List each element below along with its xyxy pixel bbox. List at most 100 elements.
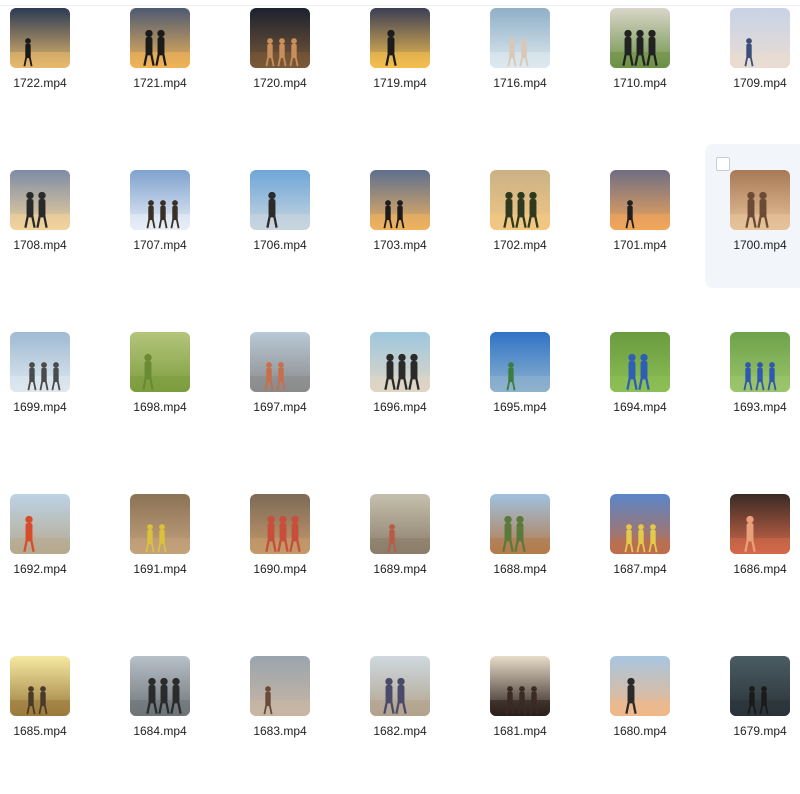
video-thumbnail[interactable] bbox=[610, 332, 670, 392]
video-thumbnail[interactable] bbox=[10, 8, 70, 68]
video-thumbnail[interactable] bbox=[610, 494, 670, 554]
video-thumbnail[interactable] bbox=[490, 170, 550, 230]
video-thumbnail[interactable] bbox=[730, 332, 790, 392]
file-item[interactable]: 1707.mp4 bbox=[125, 168, 235, 308]
file-name: 1683.mp4 bbox=[253, 724, 307, 738]
file-item[interactable]: 1720.mp4 bbox=[245, 6, 355, 146]
file-item[interactable]: 1698.mp4 bbox=[125, 330, 235, 470]
file-name: 1697.mp4 bbox=[253, 400, 307, 414]
thumbnail-ground bbox=[370, 52, 430, 68]
file-item[interactable]: 1721.mp4 bbox=[125, 6, 235, 146]
file-grid: 1722.mp4 1721.mp4 1720.mp4 1719.mp4 1716.mp4… bbox=[0, 0, 800, 750]
thumbnail-ground bbox=[730, 538, 790, 554]
video-thumbnail[interactable] bbox=[130, 332, 190, 392]
file-item[interactable]: 1693.mp4 bbox=[725, 330, 800, 470]
file-item[interactable]: 1697.mp4 bbox=[245, 330, 355, 470]
thumbnail-image bbox=[610, 656, 670, 716]
video-thumbnail[interactable] bbox=[10, 332, 70, 392]
file-item[interactable]: 1691.mp4 bbox=[125, 492, 235, 632]
thumbnail-ground bbox=[730, 52, 790, 68]
video-thumbnail[interactable] bbox=[250, 170, 310, 230]
video-thumbnail[interactable] bbox=[10, 656, 70, 716]
file-item[interactable]: 1679.mp4 bbox=[725, 654, 800, 794]
thumbnail-image bbox=[490, 656, 550, 716]
file-item[interactable]: 1692.mp4 bbox=[5, 492, 115, 632]
video-thumbnail[interactable] bbox=[370, 8, 430, 68]
thumbnail-image bbox=[610, 332, 670, 392]
video-thumbnail[interactable] bbox=[490, 8, 550, 68]
file-name: 1707.mp4 bbox=[133, 238, 187, 252]
video-thumbnail[interactable] bbox=[250, 8, 310, 68]
video-thumbnail[interactable] bbox=[250, 494, 310, 554]
thumbnail-image bbox=[10, 170, 70, 230]
thumbnail-image bbox=[130, 494, 190, 554]
video-thumbnail[interactable] bbox=[130, 656, 190, 716]
file-name: 1680.mp4 bbox=[613, 724, 667, 738]
select-checkbox[interactable] bbox=[716, 157, 730, 171]
file-item[interactable]: 1719.mp4 bbox=[365, 6, 475, 146]
video-thumbnail[interactable] bbox=[130, 494, 190, 554]
video-thumbnail[interactable] bbox=[130, 170, 190, 230]
file-item[interactable]: 1687.mp4 bbox=[605, 492, 715, 632]
file-item[interactable]: 1683.mp4 bbox=[245, 654, 355, 794]
video-thumbnail[interactable] bbox=[10, 494, 70, 554]
thumbnail-image bbox=[610, 170, 670, 230]
thumbnail-image bbox=[250, 332, 310, 392]
video-thumbnail[interactable] bbox=[490, 656, 550, 716]
thumbnail-ground bbox=[610, 214, 670, 230]
file-item[interactable]: 1689.mp4 bbox=[365, 492, 475, 632]
video-thumbnail[interactable] bbox=[370, 656, 430, 716]
file-item[interactable]: 1702.mp4 bbox=[485, 168, 595, 308]
thumbnail-image bbox=[730, 8, 790, 68]
file-name: 1720.mp4 bbox=[253, 76, 307, 90]
video-thumbnail[interactable] bbox=[370, 494, 430, 554]
file-item[interactable]: 1681.mp4 bbox=[485, 654, 595, 794]
thumbnail-image bbox=[370, 332, 430, 392]
file-item[interactable]: 1708.mp4 bbox=[5, 168, 115, 308]
file-item[interactable]: 1703.mp4 bbox=[365, 168, 475, 308]
file-item[interactable]: 1699.mp4 bbox=[5, 330, 115, 470]
video-thumbnail[interactable] bbox=[610, 656, 670, 716]
file-item[interactable]: 1716.mp4 bbox=[485, 6, 595, 146]
thumbnail-image bbox=[10, 656, 70, 716]
file-item[interactable]: 1690.mp4 bbox=[245, 492, 355, 632]
file-item[interactable]: 1700.mp4 bbox=[705, 144, 800, 288]
video-thumbnail[interactable] bbox=[490, 494, 550, 554]
file-item[interactable]: 1701.mp4 bbox=[605, 168, 715, 308]
file-name: 1679.mp4 bbox=[733, 724, 787, 738]
file-name: 1691.mp4 bbox=[133, 562, 187, 576]
file-item[interactable]: 1709.mp4 bbox=[725, 6, 800, 146]
file-name: 1696.mp4 bbox=[373, 400, 427, 414]
video-thumbnail[interactable] bbox=[610, 8, 670, 68]
video-thumbnail[interactable] bbox=[730, 656, 790, 716]
file-item[interactable]: 1685.mp4 bbox=[5, 654, 115, 794]
video-thumbnail[interactable] bbox=[370, 332, 430, 392]
file-item[interactable]: 1710.mp4 bbox=[605, 6, 715, 146]
file-name: 1702.mp4 bbox=[493, 238, 547, 252]
file-item[interactable]: 1688.mp4 bbox=[485, 492, 595, 632]
thumbnail-image bbox=[250, 494, 310, 554]
file-item[interactable]: 1686.mp4 bbox=[725, 492, 800, 632]
file-item[interactable]: 1695.mp4 bbox=[485, 330, 595, 470]
file-item[interactable]: 1682.mp4 bbox=[365, 654, 475, 794]
video-thumbnail[interactable] bbox=[730, 494, 790, 554]
video-thumbnail[interactable] bbox=[10, 170, 70, 230]
video-thumbnail[interactable] bbox=[490, 332, 550, 392]
video-thumbnail[interactable] bbox=[370, 170, 430, 230]
file-item[interactable]: 1694.mp4 bbox=[605, 330, 715, 470]
thumbnail-image bbox=[490, 494, 550, 554]
video-thumbnail[interactable] bbox=[730, 8, 790, 68]
video-thumbnail[interactable] bbox=[130, 8, 190, 68]
file-name: 1681.mp4 bbox=[493, 724, 547, 738]
video-thumbnail[interactable] bbox=[730, 170, 790, 230]
file-item[interactable]: 1706.mp4 bbox=[245, 168, 355, 308]
file-item[interactable]: 1722.mp4 bbox=[5, 6, 115, 146]
file-item[interactable]: 1684.mp4 bbox=[125, 654, 235, 794]
video-thumbnail[interactable] bbox=[250, 332, 310, 392]
file-item[interactable]: 1680.mp4 bbox=[605, 654, 715, 794]
thumbnail-image bbox=[610, 494, 670, 554]
video-thumbnail[interactable] bbox=[250, 656, 310, 716]
video-thumbnail[interactable] bbox=[610, 170, 670, 230]
file-name: 1708.mp4 bbox=[13, 238, 67, 252]
file-item[interactable]: 1696.mp4 bbox=[365, 330, 475, 470]
